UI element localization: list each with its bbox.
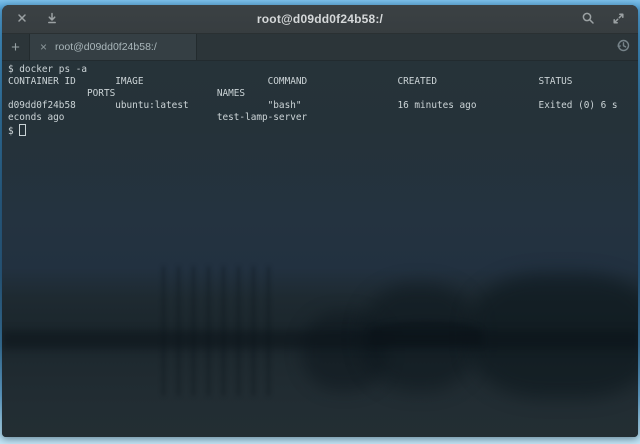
tabbar-spacer xyxy=(197,34,608,60)
tab-active[interactable]: × root@d09dd0f24b58:/ xyxy=(30,34,197,60)
close-icon xyxy=(15,11,29,28)
download-session-button[interactable] xyxy=(42,9,62,29)
terminal-line-header-wrap: PORTS NAMES xyxy=(8,88,638,100)
search-icon xyxy=(581,11,595,28)
terminal-line-command: $ docker ps -a xyxy=(8,64,638,76)
terminal-screen[interactable]: $ docker ps -aCONTAINER ID IMAGE COMMAND… xyxy=(2,61,638,437)
terminal-line-row: d09dd0f24b58 ubuntu:latest "bash" 16 min… xyxy=(8,100,638,112)
desktop: { "window": { "title": "root@d09dd0f24b5… xyxy=(0,0,640,444)
prompt: $ xyxy=(8,126,19,137)
search-button[interactable] xyxy=(578,9,598,29)
close-window-button[interactable] xyxy=(12,9,32,29)
tabbar: + × root@d09dd0f24b58:/ xyxy=(2,34,638,61)
terminal-prompt-line: $ xyxy=(8,124,638,136)
tab-close-icon[interactable]: × xyxy=(40,41,47,53)
history-icon xyxy=(616,38,631,56)
terminal-cursor xyxy=(19,124,26,136)
expand-icon xyxy=(611,11,625,28)
new-tab-button[interactable]: + xyxy=(2,34,30,60)
titlebar[interactable]: root@d09dd0f24b58:/ xyxy=(2,5,638,34)
terminal-window: root@d09dd0f24b58:/ xyxy=(2,5,638,437)
titlebar-left-buttons xyxy=(2,9,72,29)
terminal-line-header: CONTAINER ID IMAGE COMMAND CREATED STATU… xyxy=(8,76,638,88)
terminal-text-area: $ docker ps -aCONTAINER ID IMAGE COMMAND… xyxy=(2,61,638,437)
fullscreen-button[interactable] xyxy=(608,9,628,29)
tab-label: root@d09dd0f24b58:/ xyxy=(55,41,157,53)
titlebar-right-buttons xyxy=(568,9,638,29)
terminal-output: $ docker ps -aCONTAINER ID IMAGE COMMAND… xyxy=(2,61,638,136)
download-icon xyxy=(45,11,59,28)
terminal-line-row-wrap: econds ago test-lamp-server xyxy=(8,112,638,124)
window-title: root@d09dd0f24b58:/ xyxy=(2,5,638,33)
session-history-button[interactable] xyxy=(608,34,638,60)
